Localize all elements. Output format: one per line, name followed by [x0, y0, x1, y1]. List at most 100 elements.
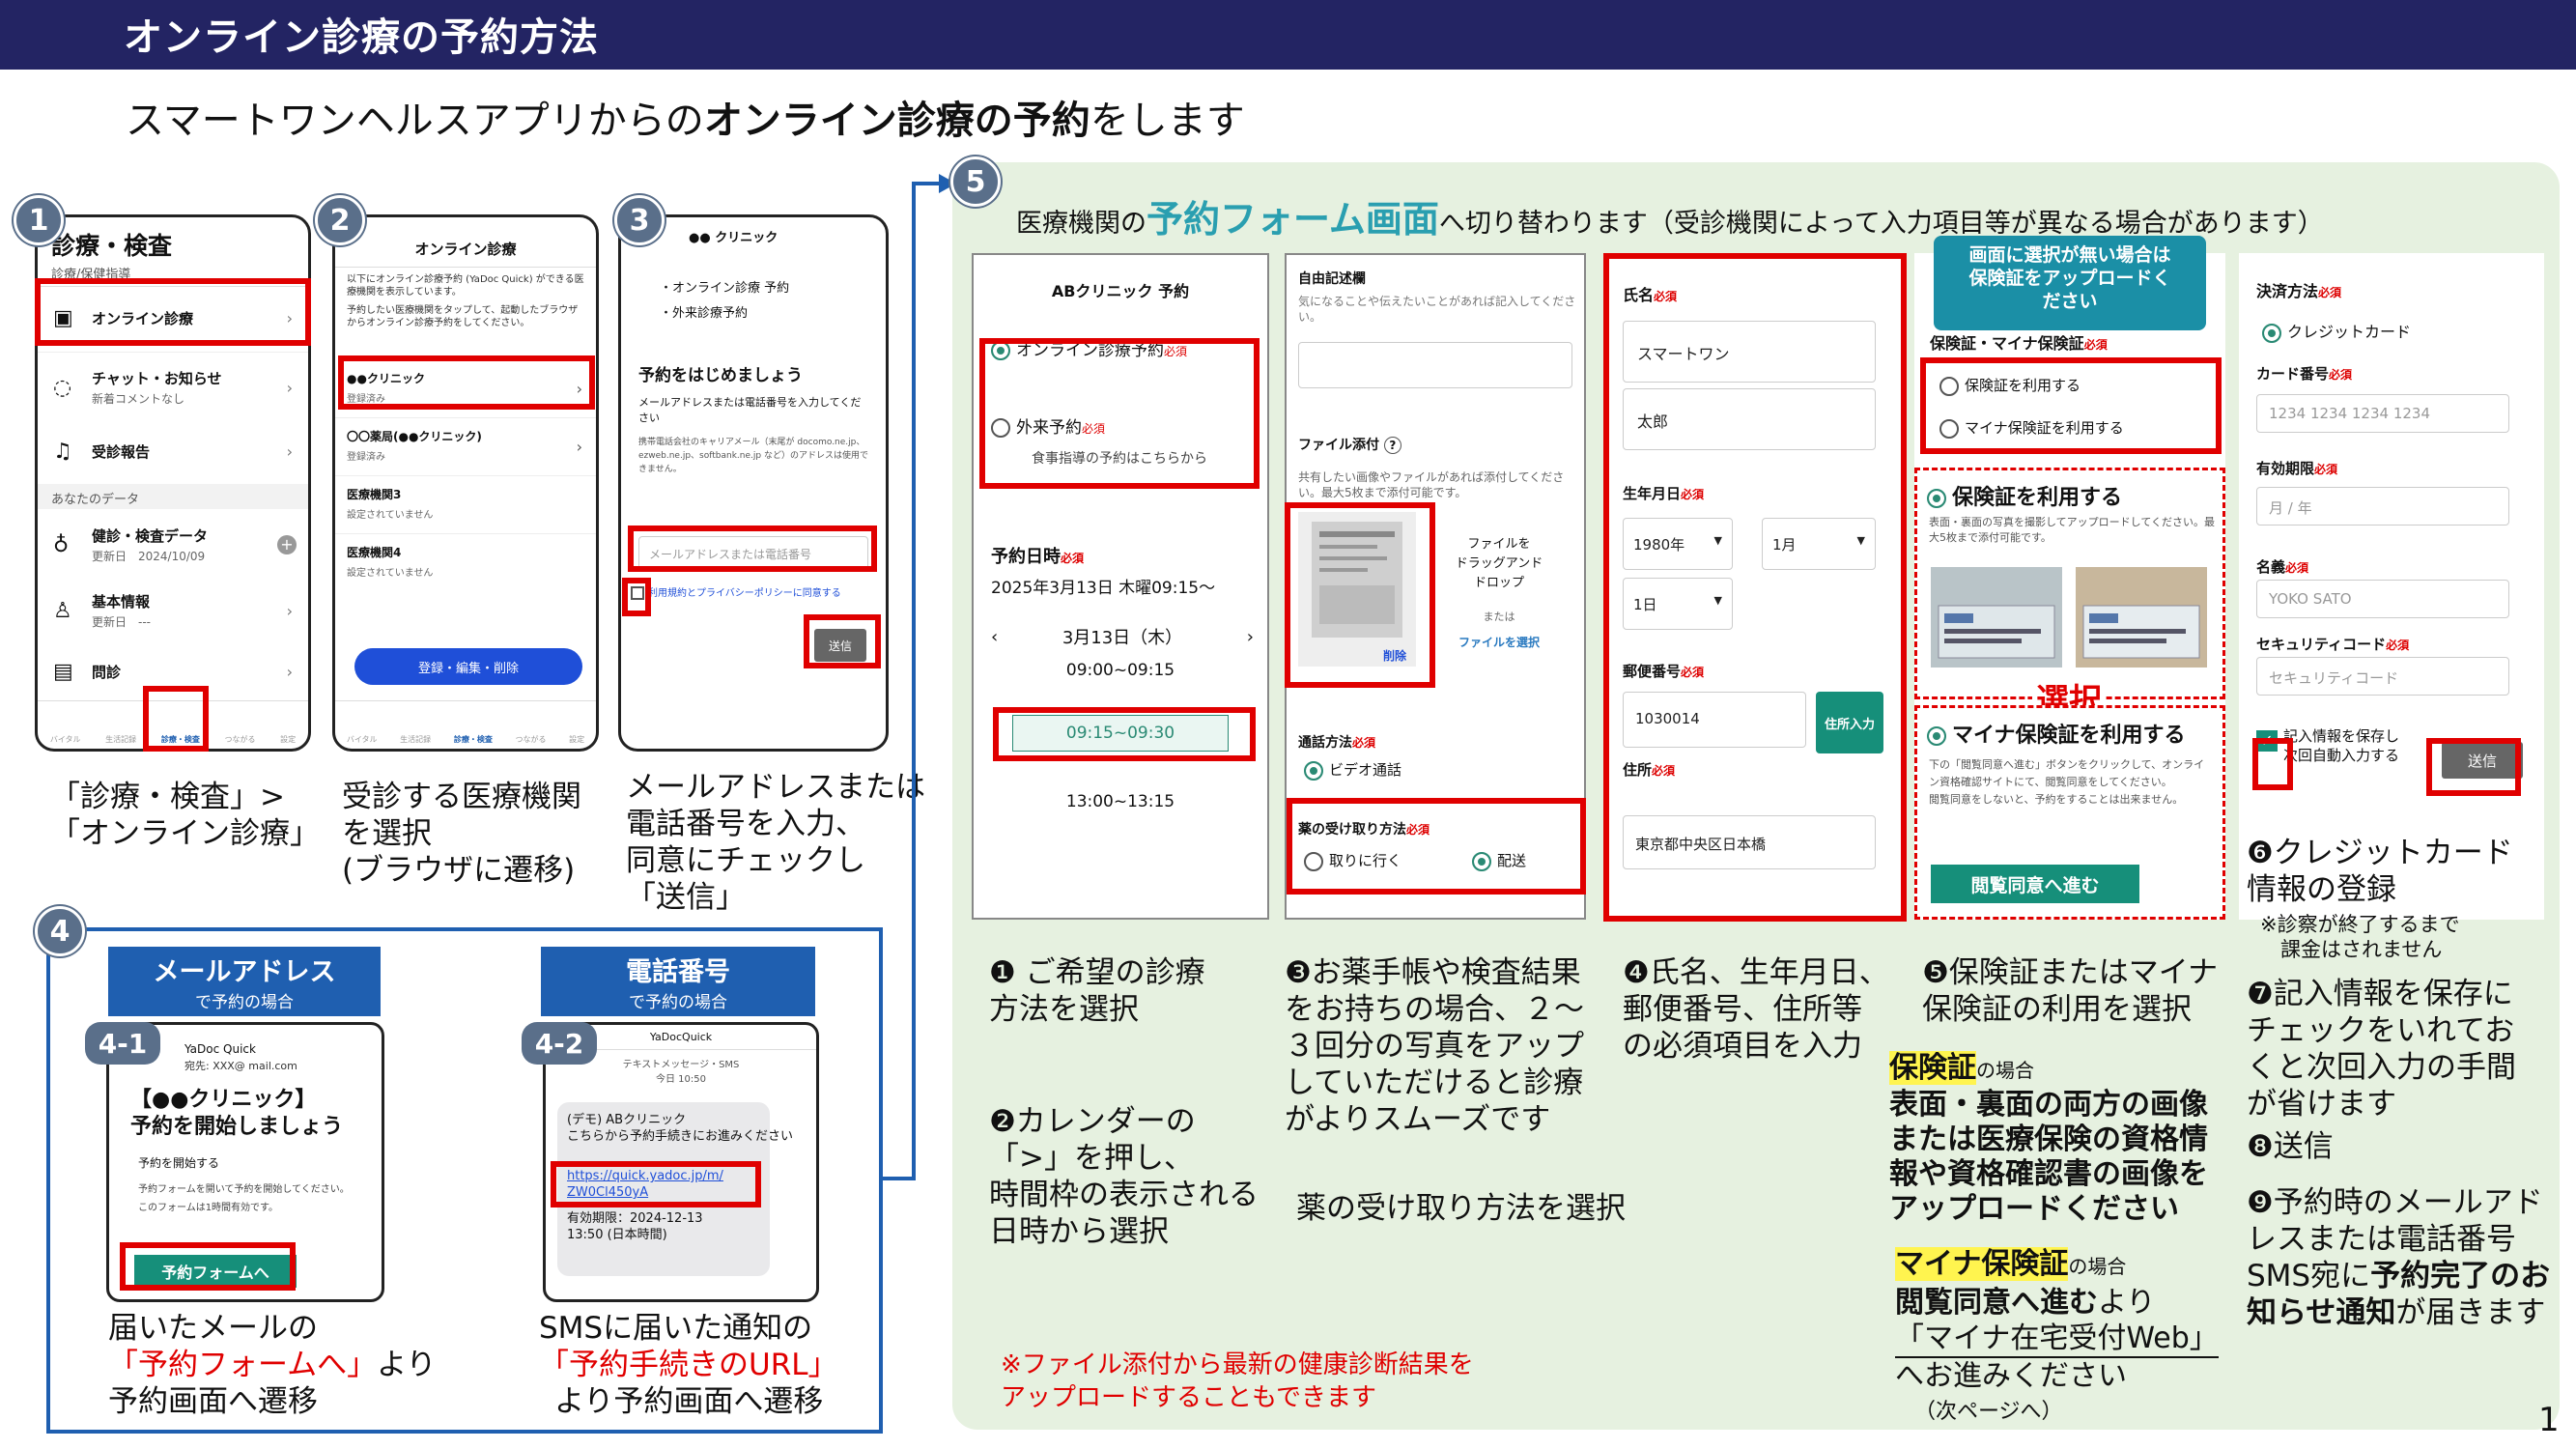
radio-kenpo-selected[interactable] — [1927, 489, 1946, 508]
card-label-text: カード番号 — [2256, 365, 2330, 383]
highlight-pickup — [1287, 798, 1586, 895]
myna-note-e: （次ページへ） — [1914, 1400, 2063, 1424]
header-bar: オンライン診療の予約方法 — [0, 0, 2576, 70]
phone1-title: 診療・検査 — [51, 232, 173, 260]
chevron-right-icon: › — [576, 438, 582, 456]
mail-p3: このフォームは1時間有効です。 — [138, 1203, 279, 1213]
slot-1[interactable]: 09:00~09:15 — [974, 661, 1267, 680]
chevron-right-icon[interactable]: › — [1247, 627, 1254, 647]
note-3: ❸お薬手帳や検査結果 をお持ちの場合、２～ ３回分の写真をアップ していただける… — [1285, 955, 1584, 1137]
kenpo-note-heading: 保険証 — [1889, 1051, 1976, 1085]
note-9c: が届きます — [2395, 1295, 2546, 1330]
tab-vital[interactable]: バイタル — [50, 734, 81, 745]
subtitle-prefix: スマートワンヘルスアプリからの — [126, 99, 704, 143]
phone3-bullets: ・オンライン診療 予約 ・外来診療予約 — [621, 245, 886, 327]
card-label: カード番号必須 — [2256, 363, 2352, 384]
mail-tab-title: メールアドレス — [153, 957, 336, 987]
card-front-svg — [1938, 605, 2055, 659]
required-badge: 必須 — [2386, 639, 2410, 652]
video-call-label: ビデオ通話 — [1329, 761, 1402, 779]
slot-3[interactable]: 13:00~13:15 — [974, 792, 1267, 811]
highlight-insurance-choice — [1920, 357, 2222, 454]
required-badge: 必須 — [2314, 463, 2338, 476]
phone3-note: 携帯電話会社のキャリアメール（末尾が docomo.ne.jp、ezweb.ne… — [638, 438, 868, 474]
consent-button[interactable]: 閲覧同意へ進む — [1931, 865, 2139, 903]
file-label: ファイル添付 ? — [1298, 435, 1401, 454]
tab-connect[interactable]: つながる — [515, 734, 546, 745]
note-6-sub: ※診察が終了するまで 課金はされません — [2260, 913, 2460, 961]
clinic-row[interactable]: 医療機関3 設定されていません — [335, 478, 596, 534]
step-badge-5: 5 — [950, 156, 1001, 207]
mail-p2: 予約フォームを開いて予約を開始してください。 — [138, 1184, 350, 1195]
required-badge: 必須 — [1352, 736, 1376, 750]
help-icon[interactable]: ? — [1383, 437, 1401, 454]
sms-tab-title: 電話番号 — [626, 957, 730, 987]
call-label: 通話方法必須 — [1298, 732, 1375, 752]
form-intro-a: 医療機関の — [1016, 209, 1146, 239]
menu-label: 健診・検査データ — [92, 527, 209, 545]
card-back-image — [2076, 567, 2207, 668]
mail-caption: 届いたメールの 「予約フォームへ」より 予約画面へ遷移 — [108, 1310, 495, 1420]
radio-credit[interactable] — [2262, 323, 2281, 343]
clinic-name: 医療機関4 — [347, 546, 402, 559]
form-intro-b: 予約フォーム画面 — [1146, 198, 1439, 241]
chevron-left-icon[interactable]: ‹ — [991, 627, 998, 647]
radio-video[interactable] — [1304, 760, 1323, 781]
security-code-input[interactable]: セキュリティコード — [2256, 657, 2509, 696]
sms-caption-c: より予約画面へ遷移 — [554, 1384, 824, 1419]
bullet-text: オンライン診療 予約 — [672, 281, 790, 296]
form-intro-c: へ切り替わります（受診機関によって入力項目等が異なる場合があります） — [1438, 209, 2324, 239]
radio-myna-selected[interactable] — [1927, 726, 1946, 746]
menu-report[interactable]: ♫ 受診報告 › — [38, 420, 308, 482]
menu-chat[interactable]: ◌ チャット・お知らせ 新着コメントなし › — [38, 356, 308, 418]
kenpo-heading: 保険証を利用する — [1927, 480, 2122, 511]
tab-life[interactable]: 生活記録 — [105, 734, 136, 745]
calendar-day: 3月13日（木） — [1062, 628, 1183, 648]
mail-caption-a: 届いたメールの — [108, 1311, 318, 1346]
card-front-image — [1931, 567, 2062, 668]
card-number-input[interactable]: 1234 1234 1234 1234 — [2256, 394, 2509, 433]
clinic-row[interactable]: 〇〇薬局(●●クリニック) 登録済み › — [335, 420, 596, 476]
file-label-text: ファイル添付 — [1298, 438, 1379, 453]
clinic-name: 〇〇薬局(●●クリニック) — [347, 430, 482, 443]
video-call-option[interactable]: ビデオ通話 — [1304, 759, 1401, 781]
clinic-status: 登録済み — [347, 452, 385, 463]
tab-settings[interactable]: 設定 — [569, 734, 584, 745]
sms-caption: SMSに届いた通知の 「予約手続きのURL」 より予約画面へ遷移 — [539, 1310, 887, 1420]
subtitle-bold: オンライン診療の予約 — [703, 99, 1090, 143]
holder-input[interactable]: YOKO SATO — [2256, 580, 2509, 618]
agree-row[interactable]: 利用規約とプライバシーポリシーに同意する — [631, 584, 882, 600]
drop-text: ファイルを ドラッグアンド ドロップ — [1455, 537, 1543, 590]
note-8: ❽送信 — [2247, 1129, 2334, 1164]
myna-note-a: 閲覧同意へ進む — [1895, 1286, 2098, 1320]
mail-heading: 【●●クリニック】 予約を開始しましょう — [130, 1088, 344, 1139]
phone-3: ●● クリニック ・オンライン診療 予約 ・外来診療予約 予約をはじめましょう … — [618, 214, 889, 752]
register-edit-button[interactable]: 登録・編集・削除 — [354, 648, 582, 685]
myna-link-text[interactable]: 「マイナ在宅受付Web」 — [1895, 1321, 2219, 1358]
tab-shinryo[interactable]: 診療・検査 — [454, 734, 493, 745]
call-label-text: 通話方法 — [1298, 735, 1352, 751]
mail-tab: メールアドレス で予約の場合 — [108, 947, 381, 1016]
tab-vital[interactable]: バイタル — [347, 734, 378, 745]
page-number: 1 — [2538, 1401, 2560, 1439]
clinic-row[interactable]: 医療機関4 設定されていません — [335, 536, 596, 592]
kenpo-desc: 表面・裏面の写真を撮影してアップロードしてください。最大5枚まで添付可能です。 — [1929, 516, 2216, 544]
expiry-input[interactable]: 月 / 年 — [2256, 487, 2509, 526]
insurance-label-text: 保険証・マイナ保険証 — [1930, 334, 2084, 353]
plus-icon[interactable]: + — [277, 535, 297, 554]
clinic-status: 設定されていません — [347, 568, 434, 579]
free-textarea[interactable] — [1298, 342, 1572, 388]
form-panel-5: 決済方法必須 クレジットカード カード番号必須 1234 1234 1234 1… — [2239, 253, 2544, 920]
phone2-intro: 以下にオンライン診療予約 (YaDoc Quick) ができる医療機関を表示して… — [347, 274, 584, 298]
tab-life[interactable]: 生活記録 — [400, 734, 431, 745]
phone-2: オンライン診療 以下にオンライン診療予約 (YaDoc Quick) ができる医… — [332, 214, 599, 752]
tab-settings[interactable]: 設定 — [280, 734, 296, 745]
menu-sub: 更新日 --- — [92, 615, 151, 629]
tab-connect[interactable]: つながる — [224, 734, 255, 745]
menu-basic-info[interactable]: ♙ 基本情報 更新日 --- › — [38, 579, 308, 642]
menu-kenshin[interactable]: ♁ 健診・検査データ 更新日 2024/10/09 + — [38, 513, 308, 577]
select-file-link[interactable]: ファイルを選択 — [1431, 634, 1567, 650]
credit-option[interactable]: クレジットカード — [2262, 319, 2411, 343]
clinic-status: 設定されていません — [347, 510, 434, 521]
data-section: あなたのデータ — [38, 484, 308, 509]
